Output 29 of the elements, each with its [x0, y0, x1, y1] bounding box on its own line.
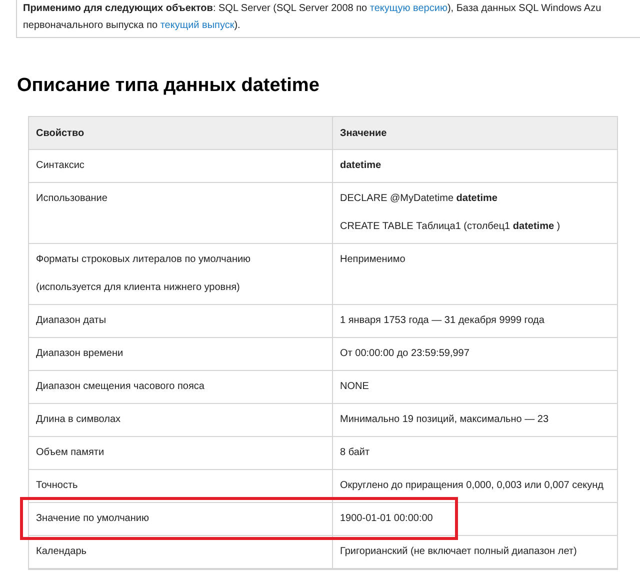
property-cell: Синтаксис: [29, 150, 333, 182]
property-cell: Диапазон смещения часового пояса: [29, 371, 333, 403]
section-heading: Описание типа данных datetime: [17, 74, 320, 98]
column-header: Значение: [339, 126, 388, 140]
value-cell-text: Неприменимо: [339, 253, 406, 267]
column-header: Свойство: [29, 117, 333, 149]
value-cell-text: NONE: [339, 380, 370, 394]
value-cell-text: datetime: [339, 159, 382, 173]
property-cell: Диапазон времени: [29, 338, 333, 370]
property-cell: Форматы строковых литералов по умолчанию (используется для клиента нижнего уровня): [29, 244, 333, 304]
property-cell: Объем памяти: [29, 437, 333, 469]
note-text: первоначального выпуска по текущий выпуск).: [23, 19, 242, 33]
property-cell: Использование: [29, 183, 333, 243]
value-cell-text: 1 января 1753 года — 31 декабря 9999 года: [339, 314, 546, 328]
value-cell-text: Округлено до приращения 0,000, 0,003 или 0,007 секунд: [339, 479, 605, 493]
property-cell: Календарь: [29, 536, 333, 568]
property-cell: Длина в символах: [29, 404, 333, 436]
link[interactable]: текущую версию: [370, 3, 448, 14]
property-cell: Значение по умолчанию: [29, 503, 333, 535]
value-cell-text: Минимально 19 позиций, максимально — 23: [339, 413, 550, 427]
value-cell-text: DECLARE @MyDatetime datetime CREATE TABLE Таблица1 (столбец1 datetime ): [339, 192, 562, 234]
value-cell-text: 1900-01-01 00:00:00: [339, 512, 434, 526]
link[interactable]: текущий выпуск: [160, 20, 234, 31]
note-text: Применимо для следующих объектов: SQL Server (SQL Server 2008 по текущую версию), База данных SQL Windows Azu: [23, 2, 602, 16]
property-cell: Диапазон даты: [29, 305, 333, 337]
property-cell: Точность: [29, 470, 333, 502]
value-cell-text: 8 байт: [339, 446, 371, 460]
value-cell-text: Григорианский (не включает полный диапазон лет): [339, 545, 578, 559]
value-cell-text: От 00:00:00 до 23:59:59,997: [339, 347, 470, 361]
